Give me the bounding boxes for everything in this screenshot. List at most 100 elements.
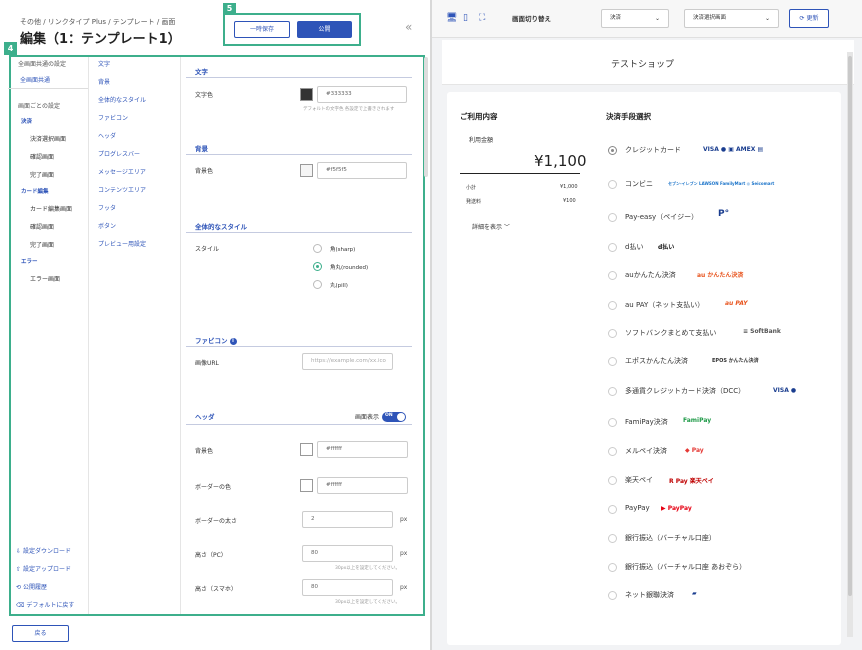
text-color-swatch[interactable] bbox=[300, 88, 313, 101]
show-details-link[interactable]: 詳細を表示 ﹀ bbox=[472, 222, 510, 231]
au-pay-logo: au PAY bbox=[725, 300, 748, 307]
screen-select[interactable]: 決済選択画面 ⌄ bbox=[684, 9, 779, 28]
style-radio-rounded[interactable] bbox=[313, 262, 322, 271]
payment-radio-credit[interactable] bbox=[608, 146, 617, 155]
unit-label: px bbox=[400, 516, 408, 523]
subnav-overall-style[interactable]: 全体的なスタイル bbox=[98, 95, 146, 104]
style-option-pill: 丸(pill) bbox=[330, 283, 348, 289]
payment-radio-softbank[interactable] bbox=[608, 329, 617, 338]
back-button[interactable]: 戻る bbox=[12, 625, 69, 642]
subnav-button[interactable]: ボタン bbox=[98, 221, 116, 230]
refresh-icon: ⟳ bbox=[799, 15, 805, 22]
header-border-color-label: ボーダーの色 bbox=[195, 484, 232, 491]
subnav-background[interactable]: 背景 bbox=[98, 77, 110, 86]
payment-radio-payeasy[interactable] bbox=[608, 213, 617, 222]
temp-save-button[interactable]: 一時保存 bbox=[234, 21, 290, 38]
form-scrollbar[interactable] bbox=[424, 57, 428, 177]
sidebar-common-heading: 全画面共通の設定 bbox=[18, 61, 67, 68]
header-display-toggle[interactable]: ON bbox=[382, 412, 406, 422]
header-bg-input[interactable]: #ffffff bbox=[317, 441, 408, 458]
payment-label-au-pay: au PAY（ネット支払い） bbox=[625, 301, 705, 309]
payment-radio-unionpay[interactable] bbox=[608, 591, 617, 600]
payment-radio-bank-aozora[interactable] bbox=[608, 563, 617, 572]
payment-radio-merpay[interactable] bbox=[608, 447, 617, 456]
header-display-label: 画面表示 bbox=[355, 414, 380, 421]
unit-label: px bbox=[400, 584, 408, 591]
order-heading: ご利用内容 bbox=[460, 112, 498, 121]
publish-history-link[interactable]: ⟲ 公開履歴 bbox=[16, 582, 47, 591]
info-icon[interactable]: i bbox=[229, 337, 237, 345]
amount-label: 利用金額 bbox=[469, 137, 494, 144]
sidebar-item-error[interactable]: エラー画面 bbox=[30, 274, 60, 283]
sidebar-item-common[interactable]: 全画面共通 bbox=[20, 75, 50, 84]
subnav-message-area[interactable]: メッセージエリア bbox=[98, 167, 146, 176]
sidebar-group-card-edit: カード編集 bbox=[21, 189, 49, 195]
header-bg-swatch[interactable] bbox=[300, 443, 313, 456]
payment-label-dcc: 多通貨クレジットカード決済（DCC） bbox=[625, 387, 746, 395]
preview-scrollbar-thumb[interactable] bbox=[848, 56, 852, 596]
bg-color-swatch[interactable] bbox=[300, 164, 313, 177]
sidebar-item-card-complete[interactable]: 完了画面 bbox=[30, 240, 54, 249]
panel-divider bbox=[430, 0, 432, 650]
payment-radio-paypay[interactable] bbox=[608, 505, 617, 514]
text-color-input[interactable]: #333333 bbox=[317, 86, 407, 103]
subnav-header[interactable]: ヘッダ bbox=[98, 131, 116, 140]
refresh-button[interactable]: ⟳ 更新 bbox=[789, 9, 829, 28]
subnav-content-area[interactable]: コンテンツエリア bbox=[98, 185, 146, 194]
settings-upload-link[interactable]: ⇧ 設定アップロード bbox=[16, 564, 71, 573]
merpay-logo: ◆ Pay bbox=[685, 447, 704, 454]
subnav-footer[interactable]: フッタ bbox=[98, 203, 116, 212]
payment-label-rakuten: 楽天ペイ bbox=[625, 476, 653, 484]
payment-radio-au-easy[interactable] bbox=[608, 271, 617, 280]
payment-type-select[interactable]: 決済 ⌄ bbox=[601, 9, 669, 28]
app-root: その他 / リンクタイプ Plus / テンプレート / 画面 編集（1：テンプ… bbox=[0, 0, 862, 650]
payment-radio-au-pay[interactable] bbox=[608, 301, 617, 310]
payment-radio-dbarai[interactable] bbox=[608, 243, 617, 252]
header-border-color-swatch[interactable] bbox=[300, 479, 313, 492]
header-border-width-input[interactable]: 2 bbox=[302, 511, 393, 528]
sidebar-item-payment-confirm[interactable]: 確認画面 bbox=[30, 152, 54, 161]
sidebar-item-card-confirm[interactable]: 確認画面 bbox=[30, 222, 54, 231]
au-easy-logo: au かんたん決済 bbox=[697, 272, 744, 279]
favicon-url-input[interactable]: https://example.com/xx.ico bbox=[302, 353, 393, 370]
publish-button[interactable]: 公開 bbox=[297, 21, 352, 38]
subnav-progress-bar[interactable]: プログレスバー bbox=[98, 149, 140, 158]
desktop-icon[interactable]: 🖥 bbox=[446, 13, 457, 23]
subnav-divider bbox=[180, 57, 181, 614]
settings-upload-label: 設定アップロード bbox=[22, 566, 71, 573]
section-text-title: 文字 bbox=[195, 68, 208, 76]
style-radio-sharp[interactable] bbox=[313, 244, 322, 253]
payment-radio-bank[interactable] bbox=[608, 534, 617, 543]
callout-badge-editor: 4 bbox=[4, 42, 17, 55]
subtotal-label: 小計 bbox=[466, 185, 477, 191]
payment-label-credit: クレジットカード bbox=[625, 146, 681, 154]
header-height-sp-input[interactable]: 80 bbox=[302, 579, 393, 596]
header-height-pc-input[interactable]: 80 bbox=[302, 545, 393, 562]
subnav-text[interactable]: 文字 bbox=[98, 59, 110, 68]
epos-logo: EPOS かんたん決済 bbox=[712, 358, 759, 364]
section-background-title: 背景 bbox=[195, 145, 208, 153]
payment-radio-dcc[interactable] bbox=[608, 387, 617, 396]
sidebar-item-payment-select[interactable]: 決済選択画面 bbox=[30, 134, 66, 143]
expand-icon[interactable]: ⛶ bbox=[479, 13, 485, 23]
page-title: 編集（1：テンプレート1） bbox=[20, 32, 181, 47]
dcc-logos: VISA ● bbox=[773, 387, 797, 394]
mobile-icon[interactable]: ▯ bbox=[463, 13, 468, 23]
subnav-favicon[interactable]: ファビコン bbox=[98, 113, 128, 122]
unit-label: px bbox=[400, 550, 408, 557]
subnav-preview-settings[interactable]: プレビュー用設定 bbox=[98, 239, 146, 248]
reset-default-link[interactable]: ⌫ デフォルトに戻す bbox=[16, 600, 74, 609]
amount-divider bbox=[460, 173, 580, 174]
bg-color-input[interactable]: #f5f5f5 bbox=[317, 162, 407, 179]
payment-radio-epos[interactable] bbox=[608, 357, 617, 366]
header-border-color-input[interactable]: #ffffff bbox=[317, 477, 408, 494]
payment-radio-convenience[interactable] bbox=[608, 180, 617, 189]
sidebar-item-card-edit[interactable]: カード編集画面 bbox=[30, 204, 72, 213]
sidebar-item-payment-complete[interactable]: 完了画面 bbox=[30, 170, 54, 179]
settings-download-link[interactable]: ⇩ 設定ダウンロード bbox=[16, 546, 71, 555]
collapse-panel-icon[interactable]: « bbox=[405, 20, 412, 34]
payment-radio-rakuten[interactable] bbox=[608, 476, 617, 485]
toggle-on-label: ON bbox=[385, 413, 393, 418]
style-radio-pill[interactable] bbox=[313, 280, 322, 289]
payment-radio-famipay[interactable] bbox=[608, 418, 617, 427]
